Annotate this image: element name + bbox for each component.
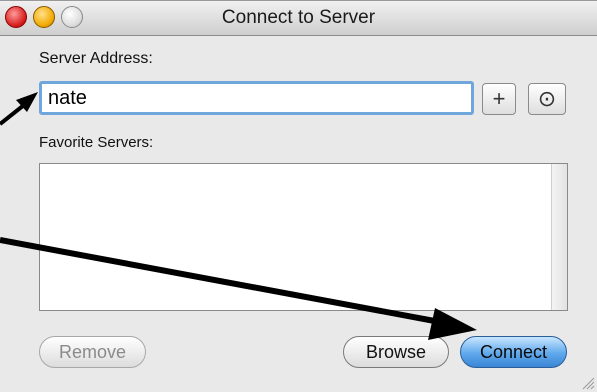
arrow-to-connect-head xyxy=(428,308,477,340)
arrow-to-address-line xyxy=(0,103,26,126)
annotation-arrows xyxy=(0,92,477,340)
arrow-to-connect-line xyxy=(0,237,441,325)
